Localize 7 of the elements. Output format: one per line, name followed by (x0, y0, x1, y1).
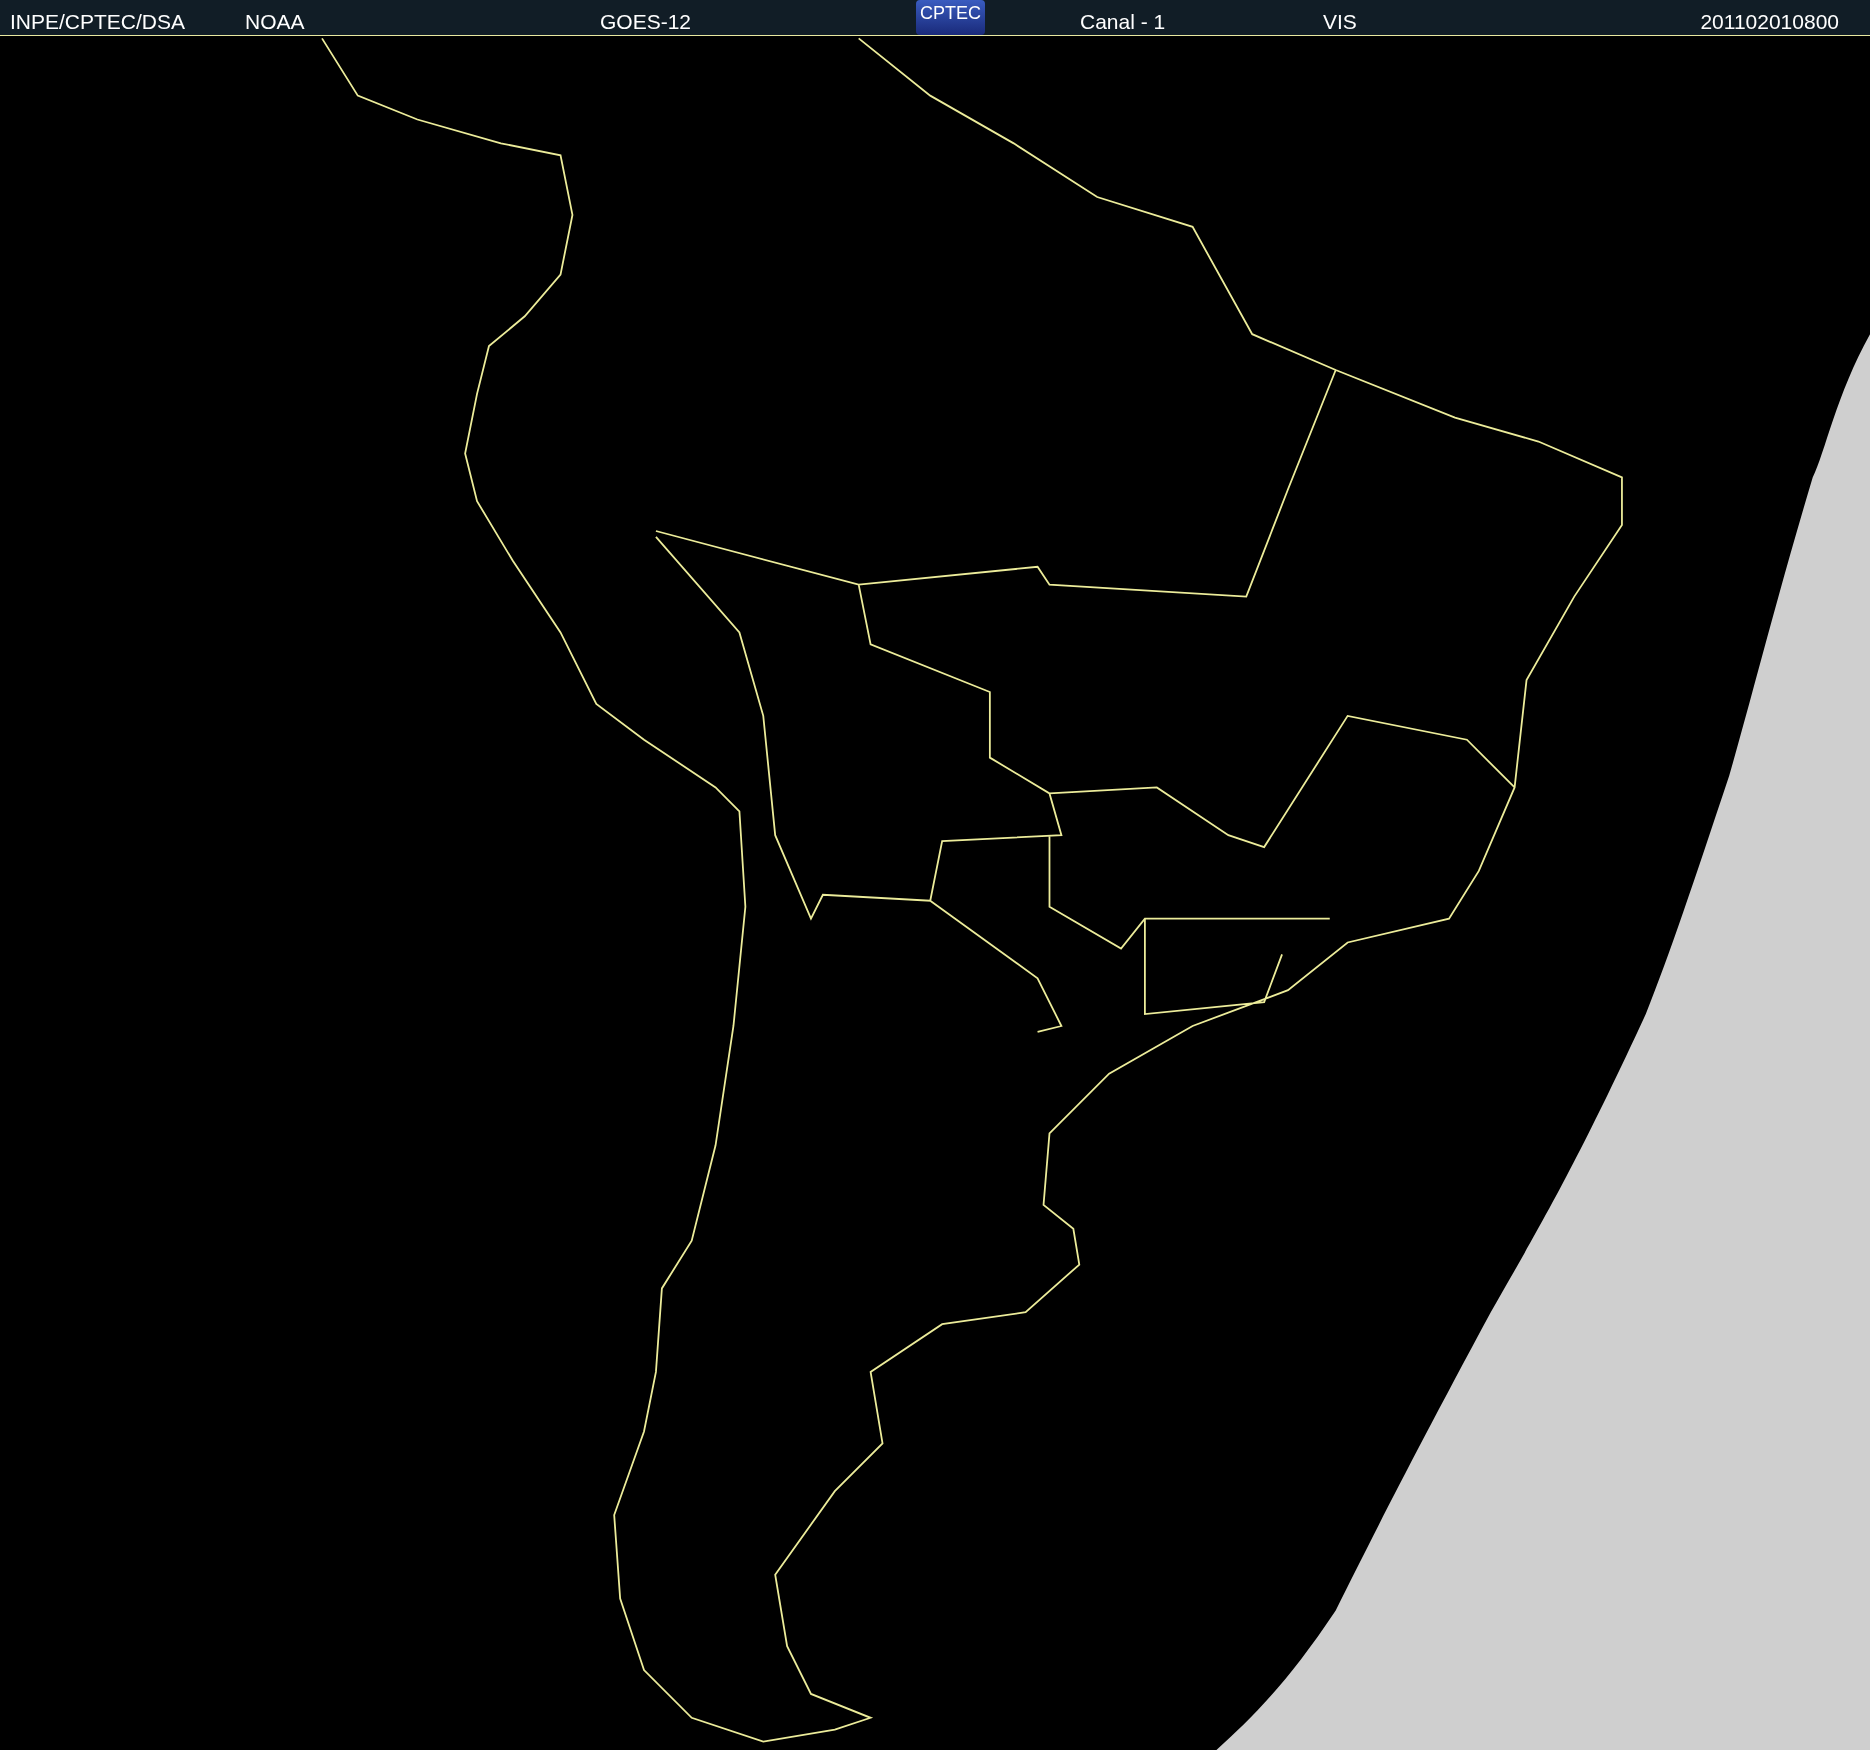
logo: CPTEC (916, 0, 985, 35)
band-label: VIS (1323, 9, 1357, 35)
agency-label: INPE/CPTEC/DSA (10, 9, 186, 35)
agency-label: NOAA (245, 9, 305, 35)
satellite-label: GOES-12 (600, 9, 692, 35)
timestamp: 201102010800 (1700, 9, 1839, 35)
channel-label: Canal - 1 (1080, 9, 1166, 35)
